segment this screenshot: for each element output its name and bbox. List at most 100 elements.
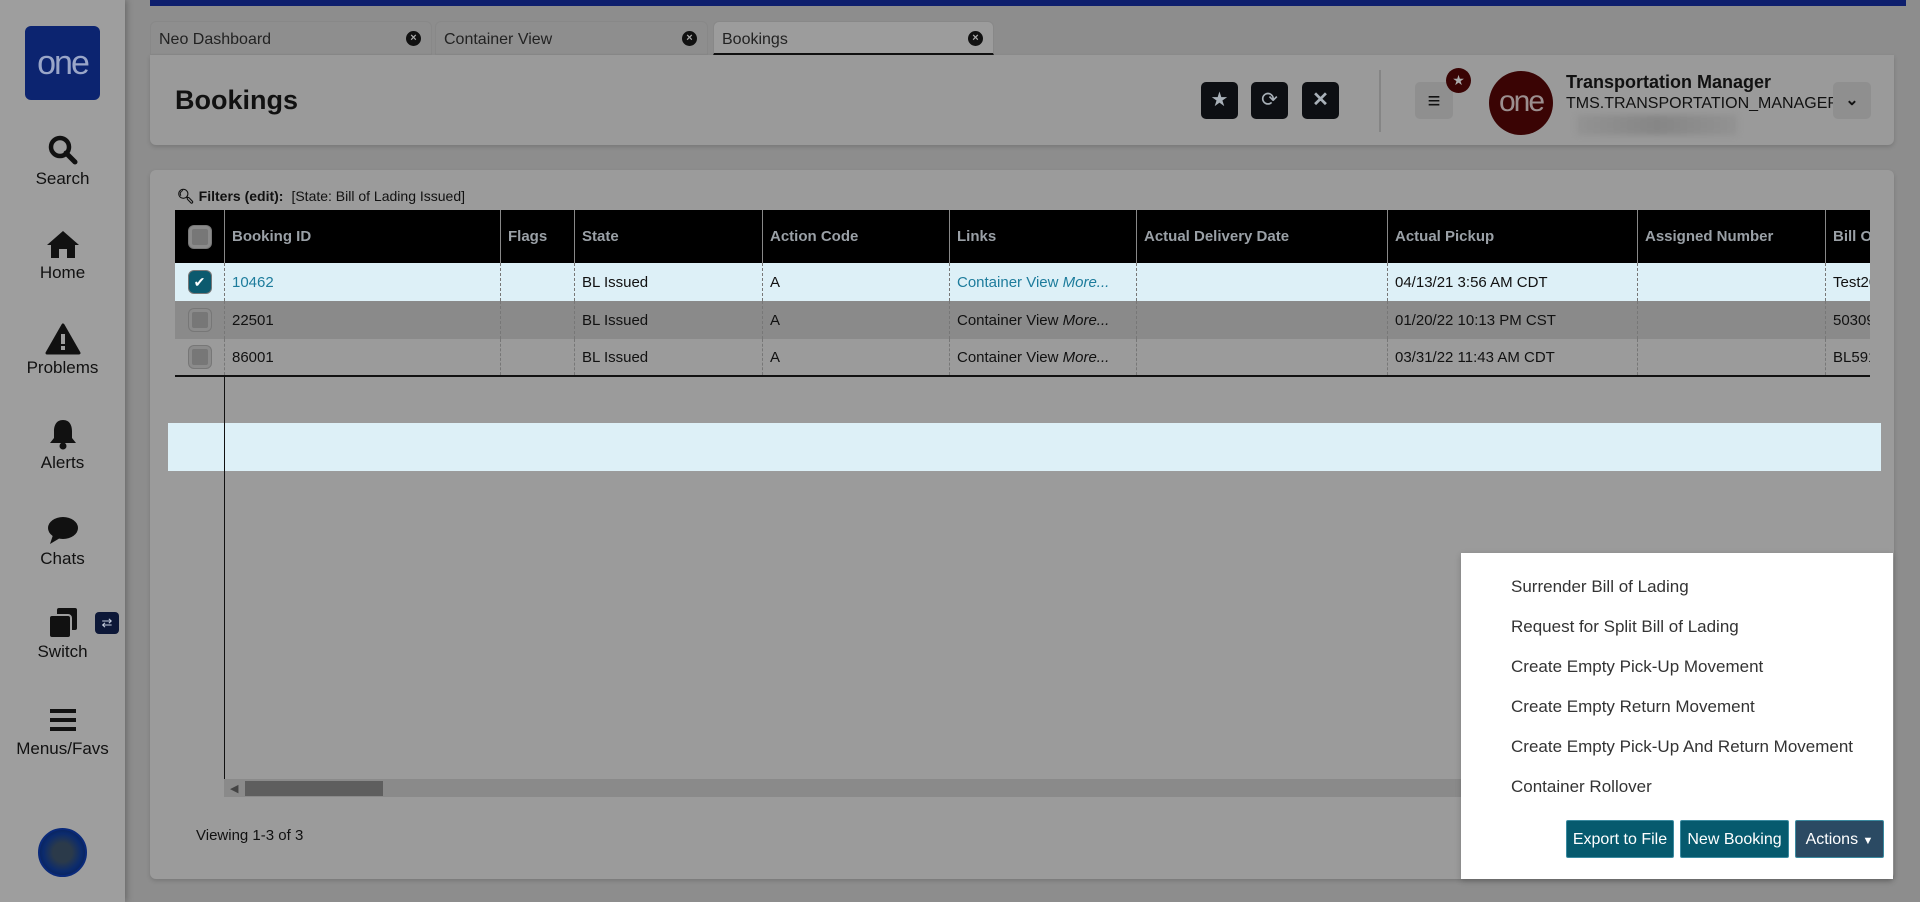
menu-item-empty-return[interactable]: Create Empty Return Movement bbox=[1511, 697, 1755, 717]
links-cell: Container View More... bbox=[949, 339, 1136, 375]
col-booking-id[interactable]: Booking ID bbox=[224, 210, 500, 263]
sidebar-item-alerts[interactable]: Alerts bbox=[0, 417, 125, 473]
booking-id-link[interactable]: 10462 bbox=[224, 263, 500, 301]
more-link[interactable]: More... bbox=[1063, 274, 1110, 291]
checkbox bbox=[188, 346, 211, 368]
close-page-button[interactable]: ✕ bbox=[1302, 82, 1339, 119]
sidebar-item-problems[interactable]: Problems bbox=[0, 322, 125, 378]
flags-cell bbox=[500, 339, 574, 375]
sidebar-item-menus-favs[interactable]: Menus/Favs bbox=[0, 703, 125, 759]
warning-icon bbox=[45, 323, 80, 355]
assigned-cell bbox=[1637, 263, 1825, 301]
tab-label: Bookings bbox=[722, 31, 788, 48]
sidebar-label: Switch bbox=[37, 642, 88, 661]
scrollbar-thumb[interactable] bbox=[245, 781, 383, 796]
close-icon[interactable]: × bbox=[968, 31, 983, 46]
close-icon[interactable]: × bbox=[406, 31, 421, 46]
row-checkbox[interactable] bbox=[175, 301, 224, 339]
menu-item-container-rollover[interactable]: Container Rollover bbox=[1511, 777, 1652, 797]
close-icon[interactable]: × bbox=[682, 31, 697, 46]
action-code-cell: A bbox=[762, 301, 949, 339]
bill-cell: Test20 bbox=[1825, 263, 1870, 301]
star-badge-icon: ★ bbox=[1446, 68, 1471, 93]
table-row[interactable]: 22501 BL Issued A Container View More...… bbox=[175, 301, 1870, 339]
row-checkbox[interactable]: ✔ bbox=[175, 263, 224, 301]
checkbox bbox=[188, 309, 211, 331]
sidebar-label: Chats bbox=[40, 549, 85, 568]
sidebar-item-chats[interactable]: Chats bbox=[0, 513, 125, 569]
actions-button[interactable]: Actions ▼ bbox=[1795, 820, 1884, 858]
row-checkbox[interactable] bbox=[175, 339, 224, 375]
booking-id-link[interactable]: 22501 bbox=[224, 301, 500, 339]
delivery-cell bbox=[1136, 263, 1387, 301]
menu-item-empty-pickup[interactable]: Create Empty Pick-Up Movement bbox=[1511, 657, 1763, 677]
divider bbox=[1379, 70, 1381, 132]
table-row[interactable]: 86001 BL Issued A Container View More...… bbox=[175, 339, 1870, 377]
new-booking-button[interactable]: New Booking bbox=[1680, 820, 1789, 858]
tab-bookings[interactable]: Bookings × bbox=[713, 21, 994, 55]
select-all-checkbox[interactable] bbox=[175, 210, 224, 263]
tab-container-view[interactable]: Container View × bbox=[435, 21, 708, 55]
col-bill-of[interactable]: Bill Of bbox=[1825, 210, 1870, 263]
frozen-column-divider bbox=[224, 376, 225, 796]
tab-label: Neo Dashboard bbox=[159, 31, 272, 48]
state-cell: BL Issued bbox=[574, 263, 762, 301]
user-menu-dropdown[interactable]: ⌄ bbox=[1833, 82, 1871, 119]
pickup-cell: 03/31/22 11:43 AM CDT bbox=[1387, 339, 1637, 375]
menu-item-empty-pickup-return[interactable]: Create Empty Pick-Up And Return Movement bbox=[1511, 737, 1853, 757]
container-view-link[interactable]: Container View bbox=[957, 349, 1058, 366]
col-links[interactable]: Links bbox=[949, 210, 1136, 263]
sidebar-item-search[interactable]: Search bbox=[0, 133, 125, 189]
app-logo[interactable]: one bbox=[25, 26, 100, 100]
table-row[interactable]: ✔ 10462 BL Issued A Container View More.… bbox=[175, 263, 1870, 301]
more-link[interactable]: More... bbox=[1063, 349, 1110, 366]
col-action-code[interactable]: Action Code bbox=[762, 210, 949, 263]
actions-menu: Surrender Bill of Lading Request for Spl… bbox=[1461, 553, 1893, 879]
sidebar: one Search Home Problems Alerts Chats Sw… bbox=[0, 0, 125, 902]
col-actual-pickup[interactable]: Actual Pickup bbox=[1387, 210, 1637, 263]
user-avatar[interactable] bbox=[38, 828, 87, 877]
links-cell: Container View More... bbox=[949, 301, 1136, 339]
export-to-file-button[interactable]: Export to File bbox=[1566, 820, 1674, 858]
sidebar-item-home[interactable]: Home bbox=[0, 227, 125, 283]
top-accent-bar bbox=[150, 0, 1906, 6]
menu-item-surrender-bl[interactable]: Surrender Bill of Lading bbox=[1511, 577, 1689, 597]
state-cell: BL Issued bbox=[574, 301, 762, 339]
col-assigned-number[interactable]: Assigned Number bbox=[1637, 210, 1825, 263]
switch-arrows-icon[interactable]: ⇄ bbox=[95, 612, 119, 634]
flags-cell bbox=[500, 263, 574, 301]
assigned-cell bbox=[1637, 339, 1825, 375]
caret-down-icon: ▼ bbox=[1862, 835, 1874, 847]
search-icon bbox=[48, 135, 77, 165]
delivery-cell bbox=[1136, 301, 1387, 339]
user-avatar[interactable]: one bbox=[1489, 71, 1553, 135]
links-cell: Container View More... bbox=[949, 263, 1136, 301]
col-flags[interactable]: Flags bbox=[500, 210, 574, 263]
refresh-button[interactable]: ⟳ bbox=[1251, 82, 1288, 119]
more-link[interactable]: More... bbox=[1063, 312, 1110, 329]
menu-item-split-bl[interactable]: Request for Split Bill of Lading bbox=[1511, 617, 1739, 637]
favorite-button[interactable]: ★ bbox=[1201, 82, 1238, 119]
selected-row-highlight bbox=[168, 423, 1881, 471]
action-code-cell: A bbox=[762, 263, 949, 301]
filters-value: [State: Bill of Lading Issued] bbox=[291, 188, 466, 204]
refresh-icon: ⟳ bbox=[1261, 89, 1278, 111]
page-title: Bookings bbox=[175, 85, 299, 115]
col-actual-delivery-date[interactable]: Actual Delivery Date bbox=[1136, 210, 1387, 263]
search-icon: 🔍︎ bbox=[177, 188, 195, 204]
container-view-link[interactable]: Container View bbox=[957, 312, 1058, 329]
tab-label: Container View bbox=[444, 31, 553, 48]
bill-cell: BL591 bbox=[1825, 339, 1870, 375]
bill-cell: 503098 bbox=[1825, 301, 1870, 339]
pickup-cell: 04/13/21 3:56 AM CDT bbox=[1387, 263, 1637, 301]
booking-id-link[interactable]: 86001 bbox=[224, 339, 500, 375]
container-view-link[interactable]: Container View bbox=[957, 274, 1058, 291]
scroll-left-icon[interactable]: ◀ bbox=[230, 782, 238, 795]
check-icon: ✔ bbox=[188, 271, 211, 293]
filters-bar[interactable]: 🔍︎ Filters (edit): [State: Bill of Lading… bbox=[177, 188, 465, 205]
sidebar-label: Problems bbox=[26, 358, 99, 377]
filters-label[interactable]: Filters (edit): bbox=[199, 188, 284, 204]
tab-neo-dashboard[interactable]: Neo Dashboard × bbox=[150, 21, 432, 55]
delivery-cell bbox=[1136, 339, 1387, 375]
col-state[interactable]: State bbox=[574, 210, 762, 263]
